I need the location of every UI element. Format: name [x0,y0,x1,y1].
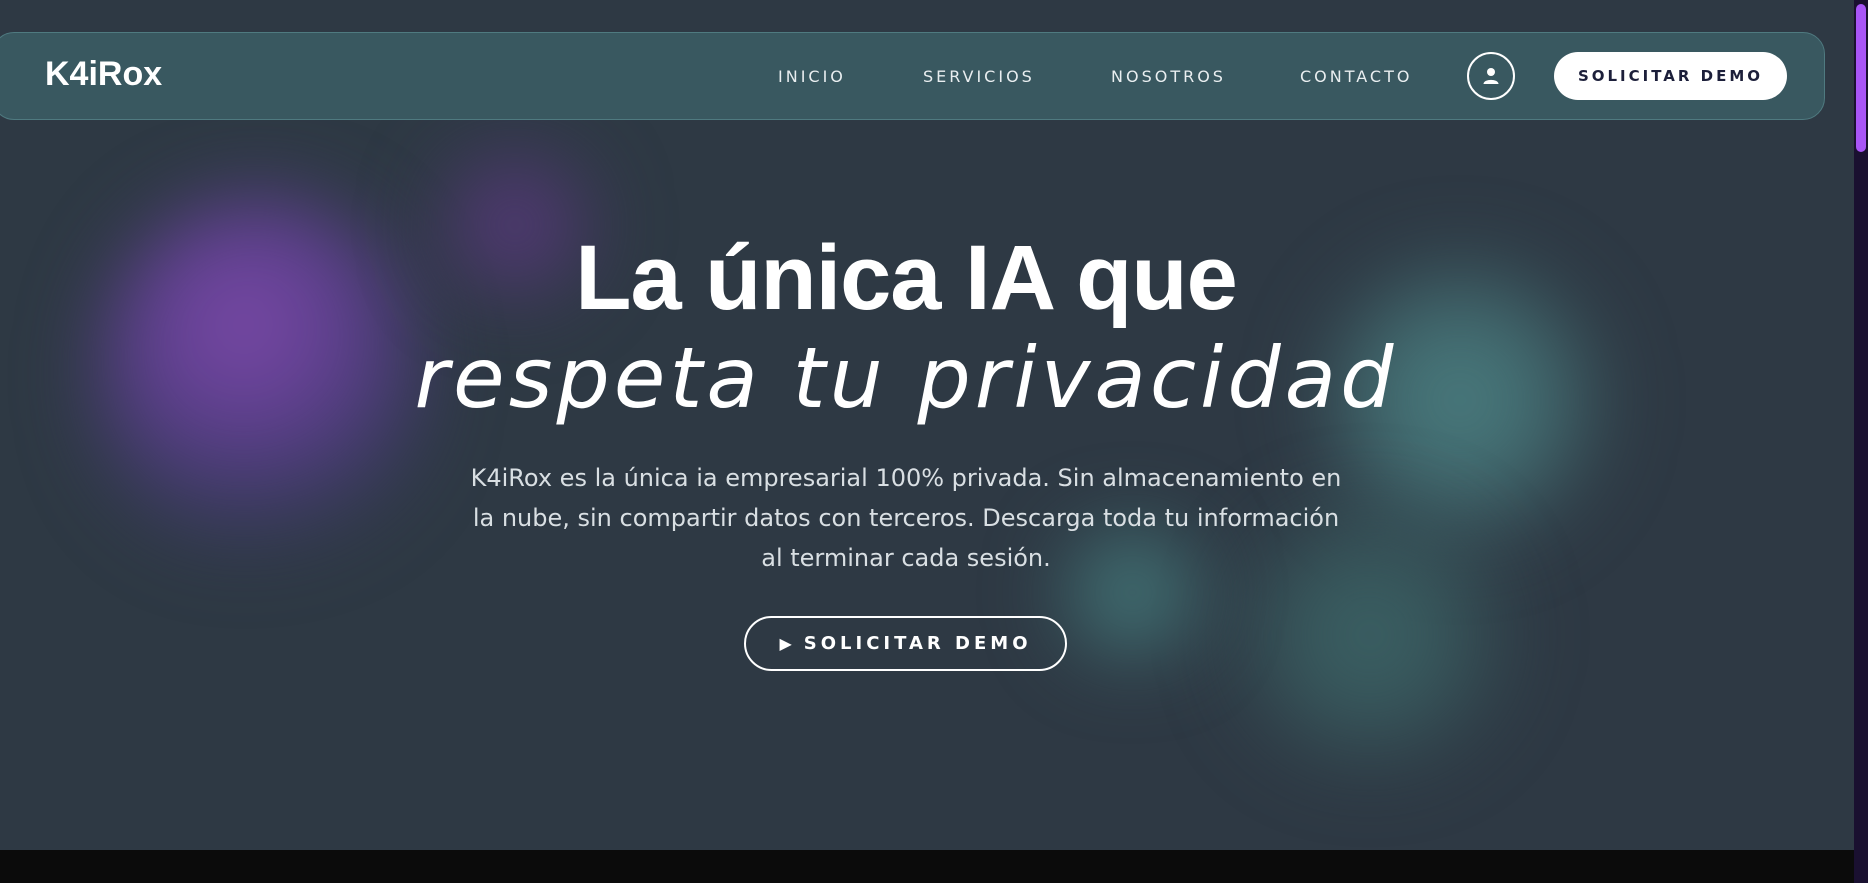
user-account-button[interactable] [1467,52,1515,100]
nav-link-inicio[interactable]: INICIO [778,67,846,86]
next-section-edge [0,850,1854,883]
scrollbar-thumb[interactable] [1856,4,1866,152]
top-navbar: K4iRox INICIO SERVICIOS NOSOTROS CONTACT… [0,32,1825,120]
nav-link-nosotros[interactable]: NOSOTROS [1111,67,1226,86]
hero-section: K4iRox INICIO SERVICIOS NOSOTROS CONTACT… [0,0,1854,850]
hero-subheadline: respeta tu privacidad [414,329,1398,427]
play-icon: ▶ [779,634,792,653]
brand-logo[interactable]: K4iRox [45,55,162,94]
nav-link-servicios[interactable]: SERVICIOS [923,67,1035,86]
hero-headline: La única IA que [575,227,1237,329]
user-icon [1483,68,1499,84]
cta-label: SOLICITAR DEMO [803,633,1032,654]
request-demo-button[interactable]: SOLICITAR DEMO [1554,52,1787,100]
nav-link-contacto[interactable]: CONTACTO [1300,67,1412,86]
hero-request-demo-button[interactable]: ▶ SOLICITAR DEMO [744,616,1067,671]
hero-description: K4iRox es la única ia empresarial 100% p… [470,464,1342,572]
